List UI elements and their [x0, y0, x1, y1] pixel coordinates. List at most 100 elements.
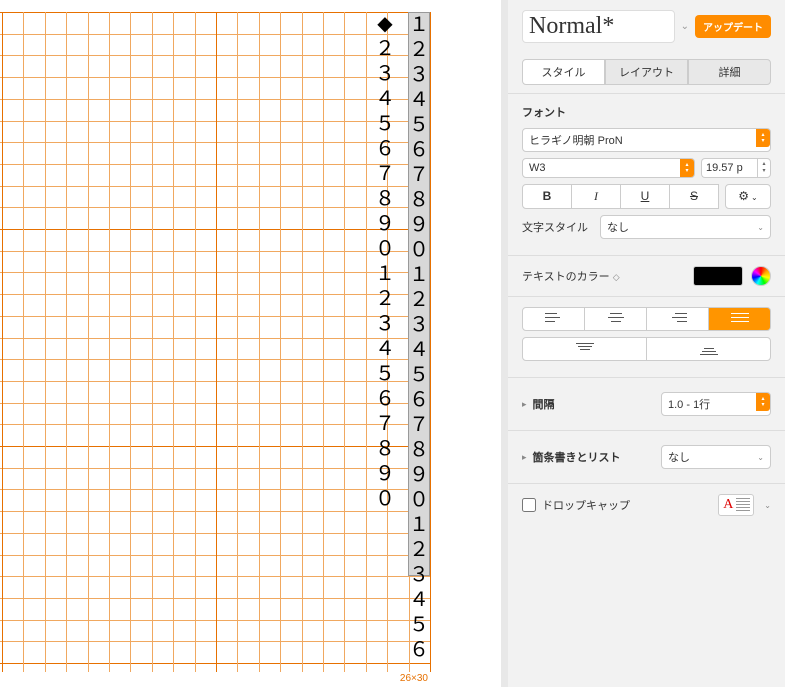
grid-char: ５: [409, 363, 429, 388]
bold-button[interactable]: B: [522, 184, 572, 209]
stepper-arrows-icon: [756, 393, 770, 411]
text-column-1[interactable]: ◆２３４５６７８９０１２３４５６７８９０: [374, 12, 396, 512]
align-center-button[interactable]: [584, 307, 647, 331]
grid-char: ４: [409, 88, 429, 113]
horizontal-alignment-row: [522, 307, 771, 331]
grid-char: ８: [375, 437, 395, 462]
grid-char: ２: [409, 538, 429, 563]
grid-char: ５: [409, 113, 429, 138]
grid-char: ０: [409, 488, 429, 513]
line-spacing-value: 1.0 - 1行: [668, 396, 710, 412]
grid-char: ３: [375, 62, 395, 87]
grid-char: ２: [409, 288, 429, 313]
character-style-select[interactable]: なし ⌄: [600, 215, 771, 239]
dropcap-checkbox[interactable]: [522, 498, 536, 512]
font-weight-value: W3: [529, 162, 546, 174]
chevron-down-icon[interactable]: ⌄: [764, 501, 771, 510]
tab-layout[interactable]: レイアウト: [605, 59, 688, 85]
grid-char: ９: [409, 463, 429, 488]
grid-char: ◆: [377, 12, 392, 37]
update-style-button[interactable]: アップデート: [695, 15, 771, 38]
grid-char: ９: [409, 213, 429, 238]
font-family-select[interactable]: ヒラギノ明朝 ProN: [522, 128, 771, 152]
paragraph-style-name[interactable]: Normal*: [522, 10, 675, 43]
gear-icon: ⚙︎: [738, 189, 749, 203]
grid-char: ７: [409, 413, 429, 438]
grid-char: ９: [375, 212, 395, 237]
grid-char: ０: [375, 237, 395, 262]
vertical-text-container: ◆２３４５６７８９０１２３４５６７８９０ １２３４５６７８９０１２３４５６７８９…: [360, 12, 430, 672]
align-top-button[interactable]: [522, 337, 647, 361]
inspector-panel: Normal* ⌄ アップデート スタイル レイアウト 詳細 フォント ヒラギノ…: [507, 0, 785, 687]
align-justify-button[interactable]: [708, 307, 771, 331]
grid-char: ４: [409, 338, 429, 363]
strikethrough-button[interactable]: S: [669, 184, 719, 209]
grid-char: ６: [375, 387, 395, 412]
dropcap-preview-letter: A: [723, 497, 733, 513]
grid-char: ９: [375, 462, 395, 487]
grid-char: １: [409, 513, 429, 538]
text-column-2[interactable]: １２３４５６７８９０１２３４５６７８９０１２３４５６: [408, 12, 430, 576]
grid-char: ３: [409, 563, 429, 588]
vertical-alignment-row: [522, 337, 771, 361]
grid-char: ６: [409, 138, 429, 163]
font-weight-select[interactable]: W3: [522, 158, 695, 178]
color-picker-icon[interactable]: [751, 266, 771, 286]
grid-char: ２: [409, 38, 429, 63]
character-style-value: なし: [607, 219, 629, 235]
up-down-icon: ◇: [613, 272, 620, 282]
grid-char: ３: [409, 313, 429, 338]
panel-resize-handle[interactable]: [501, 0, 508, 687]
disclosure-triangle-icon[interactable]: ▸: [522, 452, 527, 463]
grid-char: ８: [409, 188, 429, 213]
text-options-gear-button[interactable]: ⚙︎⌄: [725, 184, 771, 209]
grid-char: ５: [409, 613, 429, 638]
grid-char: １: [375, 262, 395, 287]
disclosure-triangle-icon[interactable]: ▸: [522, 399, 527, 410]
grid-char: ７: [409, 163, 429, 188]
tab-detail[interactable]: 詳細: [688, 59, 771, 85]
grid-char: ４: [375, 87, 395, 112]
grid-char: ３: [409, 63, 429, 88]
grid-char: ４: [409, 588, 429, 613]
grid-char: １: [409, 13, 429, 38]
grid-char: ８: [409, 438, 429, 463]
grid-char: ３: [375, 312, 395, 337]
font-size-value: 19.57 p: [706, 162, 743, 174]
bullets-label: 箇条書きとリスト: [533, 449, 655, 465]
grid-char: ６: [375, 137, 395, 162]
grid-char: ０: [375, 487, 395, 512]
chevron-down-icon[interactable]: ⌄: [681, 21, 689, 32]
align-bottom-button[interactable]: [646, 337, 771, 361]
character-style-label: 文字スタイル: [522, 219, 592, 235]
chevron-down-icon: ⌄: [751, 193, 758, 202]
dropcap-style-button[interactable]: A: [718, 494, 754, 516]
grid-char: ０: [409, 238, 429, 263]
bullets-select[interactable]: なし ⌄: [661, 445, 771, 469]
font-size-stepper[interactable]: ▴▾: [757, 158, 771, 178]
manuscript-page: ◆２３４５６７８９０１２３４５６７８９０ １２３４５６７８９０１２３４５６７８９…: [0, 12, 430, 682]
font-section-label: フォント: [522, 104, 771, 120]
grid-char: ７: [375, 162, 395, 187]
grid-dimensions-label: 26×30: [400, 673, 428, 684]
align-right-button[interactable]: [646, 307, 709, 331]
italic-button[interactable]: I: [571, 184, 621, 209]
spacing-label: 間隔: [533, 396, 655, 412]
grid-char: ５: [375, 362, 395, 387]
chevron-down-icon: ⌄: [757, 453, 764, 462]
chevron-down-icon: ⌄: [757, 223, 764, 232]
grid-char: ５: [375, 112, 395, 137]
font-family-value: ヒラギノ明朝 ProN: [529, 132, 623, 148]
grid-char: ７: [375, 412, 395, 437]
tab-style[interactable]: スタイル: [522, 59, 605, 85]
grid-char: ４: [375, 337, 395, 362]
dropcap-label: ドロップキャップ: [542, 497, 630, 513]
underline-button[interactable]: U: [620, 184, 670, 209]
grid-char: １: [409, 263, 429, 288]
grid-char: ６: [409, 388, 429, 413]
text-color-label: テキストのカラー ◇: [522, 268, 685, 284]
text-color-swatch[interactable]: [693, 266, 743, 286]
align-left-button[interactable]: [522, 307, 585, 331]
font-size-input[interactable]: 19.57 p: [701, 158, 757, 178]
line-spacing-select[interactable]: 1.0 - 1行: [661, 392, 771, 416]
